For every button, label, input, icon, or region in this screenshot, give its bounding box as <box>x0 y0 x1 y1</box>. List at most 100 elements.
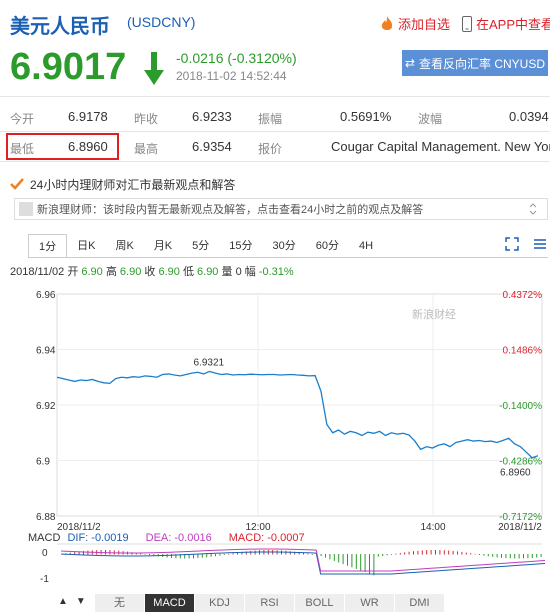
amplitude-label: 振幅 <box>258 112 283 126</box>
macd-bar <box>483 554 485 556</box>
pct-tick-label: 0.4372% <box>503 290 543 301</box>
macd-bar <box>333 554 335 561</box>
indicator-kdj[interactable]: KDJ <box>195 594 245 612</box>
macd-bar <box>479 554 480 556</box>
tab-4h[interactable]: 4H <box>349 234 383 258</box>
reverse-rate-label: 查看反向汇率 CNYUSD <box>419 56 546 71</box>
advisor-notice[interactable]: 新浪理财师：该时段内暂无最新观点及解答，点击查看24小时之前的观点及解答 <box>14 198 548 220</box>
amplitude-label: 幅 <box>244 266 256 278</box>
tab-30min[interactable]: 30分 <box>263 234 306 258</box>
divider <box>0 96 550 97</box>
tab-daily[interactable]: 日K <box>67 234 105 258</box>
macd-axis-minus1: -1 <box>40 574 49 585</box>
reverse-rate-button[interactable]: ⇄ 查看反向汇率 CNYUSD <box>402 50 548 76</box>
macd-bar <box>470 553 472 555</box>
macd-bar <box>487 554 489 557</box>
macd-legend: MACD DIF: -0.0019 DEA: -0.0016 MACD: -0.… <box>28 532 305 544</box>
advisor-news-headline: 24小时内理财师对汇市最新观点和解答 <box>30 177 236 192</box>
divider <box>28 257 548 258</box>
price-line <box>56 370 539 459</box>
indicator-none[interactable]: 无 <box>95 594 145 612</box>
macd-bar <box>514 554 516 559</box>
macd-bar <box>426 550 428 555</box>
macd-bar <box>399 552 401 555</box>
price-chart[interactable]: 6.96 6.94 6.92 6.9 6.88 0.4372% 0.1486% -0.1400… <box>0 282 550 592</box>
macd-title: MACD <box>28 532 61 544</box>
prev-close-value: 6.9233 <box>192 109 232 124</box>
tab-monthly[interactable]: 月K <box>144 234 182 258</box>
macd-bar <box>303 552 304 555</box>
advisor-news-bar[interactable]: 24小时内理财师对汇市最新观点和解答 <box>10 173 548 195</box>
macd-bar <box>430 550 432 555</box>
indicator-boll[interactable]: BOLL <box>295 594 345 612</box>
currency-code: (USDCNY) <box>127 14 196 30</box>
low-label: 低 <box>182 266 194 278</box>
macd-bar <box>404 552 406 555</box>
macd-bar <box>408 551 410 555</box>
macd-bar <box>492 554 494 557</box>
macd-bar <box>448 550 450 555</box>
macd-bar <box>421 550 423 555</box>
high-label: 高 <box>105 266 117 278</box>
open-value: 6.9178 <box>68 109 108 124</box>
indicator-wr[interactable]: WR <box>345 594 395 612</box>
indicator-macd[interactable]: MACD <box>145 594 195 612</box>
range-value: 0.0394 <box>509 109 549 124</box>
low-value: 6.90 <box>197 266 219 278</box>
macd-bar <box>373 554 375 576</box>
macd-bar <box>457 551 458 555</box>
macd-bar <box>144 554 146 555</box>
view-in-app-link[interactable]: 在APP中查看 <box>462 14 550 33</box>
macd-bar <box>149 554 150 556</box>
open-value: 6.90 <box>81 266 103 278</box>
high-annotation: 6.9321 <box>194 357 225 368</box>
volume-label: 量 <box>221 266 233 278</box>
add-watchlist-link[interactable]: 添加自选 <box>380 14 450 33</box>
menu-icon[interactable] <box>533 237 547 251</box>
fullscreen-icon[interactable] <box>505 237 519 251</box>
pct-tick-label: 0.1486% <box>503 346 543 357</box>
stats-row-1: 今开 6.9178 昨收 6.9233 振幅 0.5691% 波幅 0.0394 <box>0 103 550 132</box>
dif-line <box>60 551 546 575</box>
macd-bar <box>413 551 414 555</box>
price-change: -0.0216 (-0.3120%) <box>176 50 297 66</box>
macd-bar <box>531 554 533 558</box>
chevron-updown-icon <box>529 203 537 215</box>
nav-arrows: ▲ ▼ <box>58 596 86 607</box>
tab-weekly[interactable]: 周K <box>105 234 143 258</box>
tab-5min[interactable]: 5分 <box>182 234 219 258</box>
tab-15min[interactable]: 15分 <box>219 234 262 258</box>
macd-bar <box>417 550 419 555</box>
advisor-notice-text: 新浪理财师：该时段内暂无最新观点及解答，点击查看24小时之前的观点及解答 <box>37 204 424 216</box>
macd-bar <box>435 550 436 555</box>
arrow-up-icon[interactable]: ▲ <box>58 596 68 607</box>
macd-bar <box>223 554 225 555</box>
close-label: 收 <box>144 266 156 278</box>
tab-60min[interactable]: 60分 <box>306 234 349 258</box>
x-tick-label: 2018/11/2 <box>498 522 542 533</box>
scroll-control[interactable] <box>528 201 538 222</box>
chart-tools <box>505 237 547 251</box>
tab-1min[interactable]: 1分 <box>28 234 68 258</box>
open-label: 今开 <box>10 112 35 126</box>
high-value: 6.90 <box>119 266 142 278</box>
page-title: 美元人民币 <box>10 16 110 38</box>
open-label: 开 <box>67 266 79 278</box>
range-label: 波幅 <box>418 112 443 126</box>
indicator-rsi[interactable]: RSI <box>245 594 295 612</box>
macd-bar <box>501 554 502 558</box>
indicator-dmi[interactable]: DMI <box>395 594 445 612</box>
macd-bar <box>338 554 340 563</box>
current-price: 6.9017 <box>10 46 127 88</box>
macd-bar <box>351 554 353 568</box>
add-watchlist-label: 添加自选 <box>398 17 451 32</box>
macd-bar <box>377 554 379 557</box>
macd-bar <box>360 554 362 571</box>
macd-bar <box>355 554 357 569</box>
macd-bar <box>210 554 212 557</box>
macd-bar <box>201 554 203 558</box>
x-tick-label: 14:00 <box>420 522 445 533</box>
arrow-down-icon[interactable]: ▼ <box>76 596 86 607</box>
y-tick-label: 6.9 <box>36 457 50 468</box>
macd-bar <box>439 550 441 555</box>
